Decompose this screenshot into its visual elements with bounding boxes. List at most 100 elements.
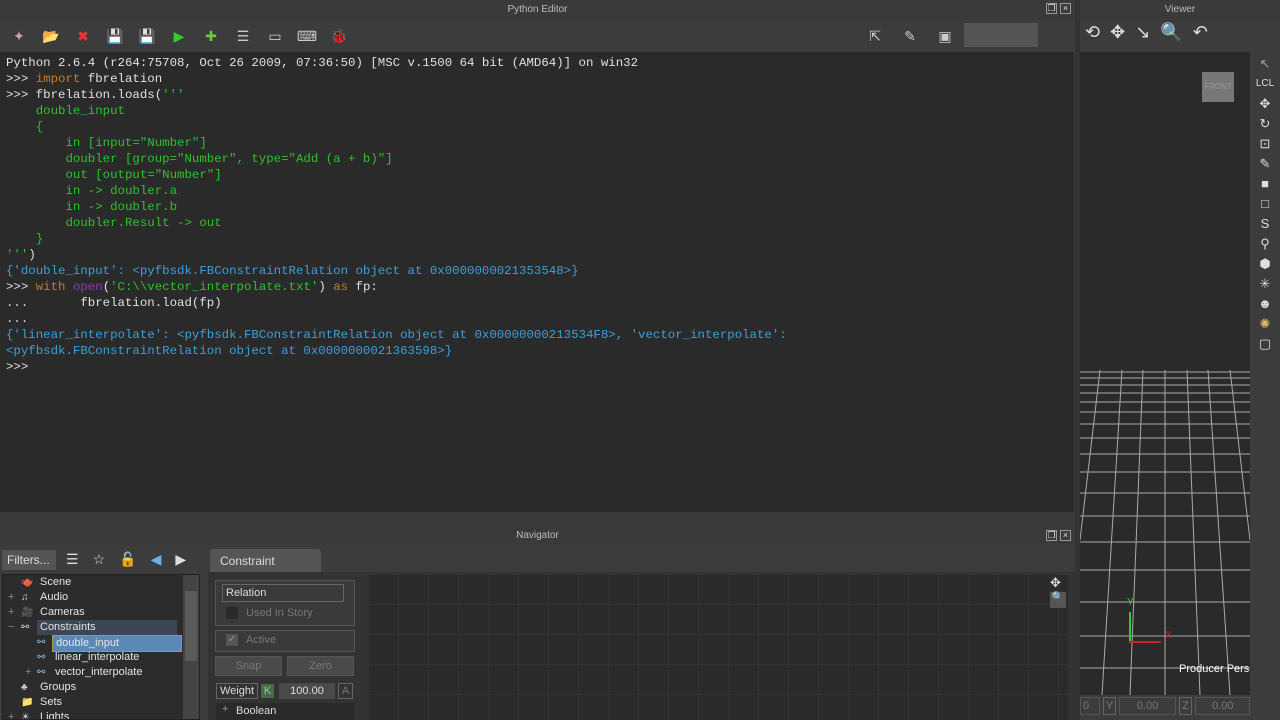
orbit-icon[interactable]: ⟲ (1085, 22, 1100, 43)
effector-icon[interactable]: ✳ (1260, 276, 1271, 292)
tree-node-icon: 🫖 (21, 577, 34, 588)
bone-icon[interactable]: ⚲ (1260, 236, 1270, 252)
close-icon[interactable]: ✖ (74, 27, 92, 45)
x-axis-label: X (1165, 630, 1172, 641)
console-text: in -> doubler.a (6, 184, 178, 198)
expand-icon[interactable]: + (222, 703, 228, 715)
list-icon[interactable]: ☰ (66, 551, 79, 568)
tree-label: Groups (40, 681, 77, 693)
boolean-group[interactable]: Boolean (216, 703, 354, 720)
console-text: in -> doubler.b (6, 200, 178, 214)
frame-icon[interactable]: ▣ (936, 27, 954, 45)
expand-toggle[interactable]: + (25, 665, 31, 680)
editor-search-field[interactable] (964, 23, 1038, 47)
select-icon[interactable]: ↖ (1260, 56, 1271, 72)
open-icon[interactable]: 📂 (42, 27, 60, 45)
console-text: ''' (6, 248, 29, 262)
outline-icon[interactable]: ☰ (234, 27, 252, 45)
favorite-icon[interactable]: ☆ (93, 551, 106, 568)
y-value-field[interactable]: 0.00 (1119, 697, 1176, 715)
translate-icon[interactable]: ✥ (1260, 96, 1271, 112)
expand-toggle[interactable]: − (8, 620, 14, 635)
expand-toggle[interactable]: + (8, 590, 14, 605)
close-button[interactable]: × (1060, 530, 1071, 541)
back-arrow-icon[interactable]: ◀ (151, 551, 162, 568)
console-text: ... fbrelation.load(fp) (6, 296, 222, 310)
z-value-field[interactable]: 0.00 (1195, 697, 1251, 715)
expand-toggle[interactable]: + (8, 605, 14, 620)
viewer-titlebar: Viewer (1080, 0, 1280, 20)
python-console[interactable]: Python 2.6.4 (r264:75708, Oct 26 2009, 0… (0, 52, 1074, 512)
pan-icon[interactable]: ✥ (1050, 575, 1061, 591)
marker-icon[interactable]: ▢ (1259, 336, 1271, 352)
tab-constraint-settings[interactable]: Constraint Settings (210, 549, 321, 592)
relation-graph-canvas[interactable] (368, 574, 1068, 720)
dolly-icon[interactable]: ↘ (1135, 22, 1150, 43)
tree-label: linear_interpolate (55, 651, 140, 663)
lock-icon[interactable]: 🔓 (119, 551, 136, 568)
cube-outline-icon[interactable]: □ (1261, 196, 1269, 212)
splitter-horizontal[interactable] (0, 514, 1075, 526)
console-text: in [input="Number"] (6, 136, 207, 150)
expand-toggle[interactable]: + (8, 710, 14, 719)
console-line: } (6, 231, 1068, 247)
rotate-icon[interactable]: ↻ (1260, 116, 1271, 132)
undo-view-icon[interactable]: ↶ (1193, 22, 1208, 43)
console-line: ''') (6, 247, 1068, 263)
actor-icon[interactable]: ☻ (1258, 296, 1272, 312)
mouse-icon[interactable]: ⇱ (866, 27, 884, 45)
local-icon[interactable]: LCL (1256, 76, 1274, 92)
float-button[interactable]: ❐ (1046, 3, 1057, 14)
tree-label: Sets (40, 696, 63, 708)
cube-icon[interactable]: ■ (1261, 176, 1269, 192)
zoom-icon[interactable]: 🔍 (1050, 592, 1066, 608)
run-icon[interactable]: ▶ (170, 27, 188, 45)
tree-scrollbar[interactable] (183, 575, 199, 719)
ctrl-alt-icon[interactable]: ⌨ (297, 27, 317, 45)
forward-arrow-icon[interactable]: ▶ (175, 551, 186, 568)
console-text: } (6, 232, 44, 246)
brush-icon[interactable]: ✎ (901, 27, 919, 45)
pan-icon[interactable]: ✥ (1110, 22, 1125, 43)
paint-icon[interactable]: ✎ (1260, 156, 1271, 172)
console-line: out [output="Number"] (6, 167, 1068, 183)
snap-button[interactable]: Snap (215, 656, 282, 676)
x-value-field[interactable]: 0 (1080, 697, 1100, 715)
save-icon[interactable]: 💾 (106, 27, 124, 45)
curve-icon[interactable]: S (1261, 216, 1270, 232)
add-script-icon[interactable]: ✚ (202, 27, 220, 45)
relation-field[interactable]: Relation (222, 584, 344, 602)
weight-value-field[interactable]: 100.00 (279, 683, 335, 699)
console-text: >>> fbrelation.loads( (6, 88, 163, 102)
console-line: Python 2.6.4 (r264:75708, Oct 26 2009, 0… (6, 55, 1068, 71)
new-script-icon[interactable]: ✦ (10, 27, 28, 45)
console-icon[interactable]: ▭ (266, 27, 284, 45)
float-button[interactable]: ❐ (1046, 530, 1057, 541)
save-as-icon[interactable]: 💾 (138, 27, 156, 45)
zero-button[interactable]: Zero (287, 656, 354, 676)
debug-icon[interactable]: 🐞 (330, 27, 348, 45)
scrollbar-thumb[interactable] (185, 591, 197, 661)
3d-viewport[interactable]: FRONT Y X Producer Persp (1080, 52, 1250, 695)
view-cube[interactable]: FRONT (1202, 72, 1234, 102)
hexagon-icon[interactable]: ⬢ (1259, 256, 1270, 272)
filters-button[interactable]: Filters... (2, 550, 56, 570)
close-button[interactable]: × (1060, 3, 1071, 14)
zoom-icon[interactable]: 🔍 (1160, 22, 1182, 43)
animate-button[interactable]: A (338, 683, 353, 699)
used-in-story-checkbox[interactable] (226, 607, 238, 619)
console-text: open (72, 280, 103, 294)
tree-node-icon: 📁 (21, 697, 34, 708)
active-checkbox[interactable]: ✓ (226, 634, 238, 646)
console-line: in [input="Number"] (6, 135, 1068, 151)
console-line: { (6, 119, 1068, 135)
console-text: double_input (6, 104, 125, 118)
tree-node-icon: ⚯ (37, 667, 46, 678)
scale-icon[interactable]: ⊡ (1260, 136, 1271, 152)
tree-label: Lights (40, 711, 70, 719)
light-icon[interactable]: ✺ (1260, 316, 1271, 332)
tree-node-icon: ⚯ (37, 652, 46, 663)
console-line: ... fbrelation.load(fp) (6, 295, 1068, 311)
key-button[interactable]: K (261, 684, 274, 698)
y-axis-label: Y (1127, 597, 1134, 608)
